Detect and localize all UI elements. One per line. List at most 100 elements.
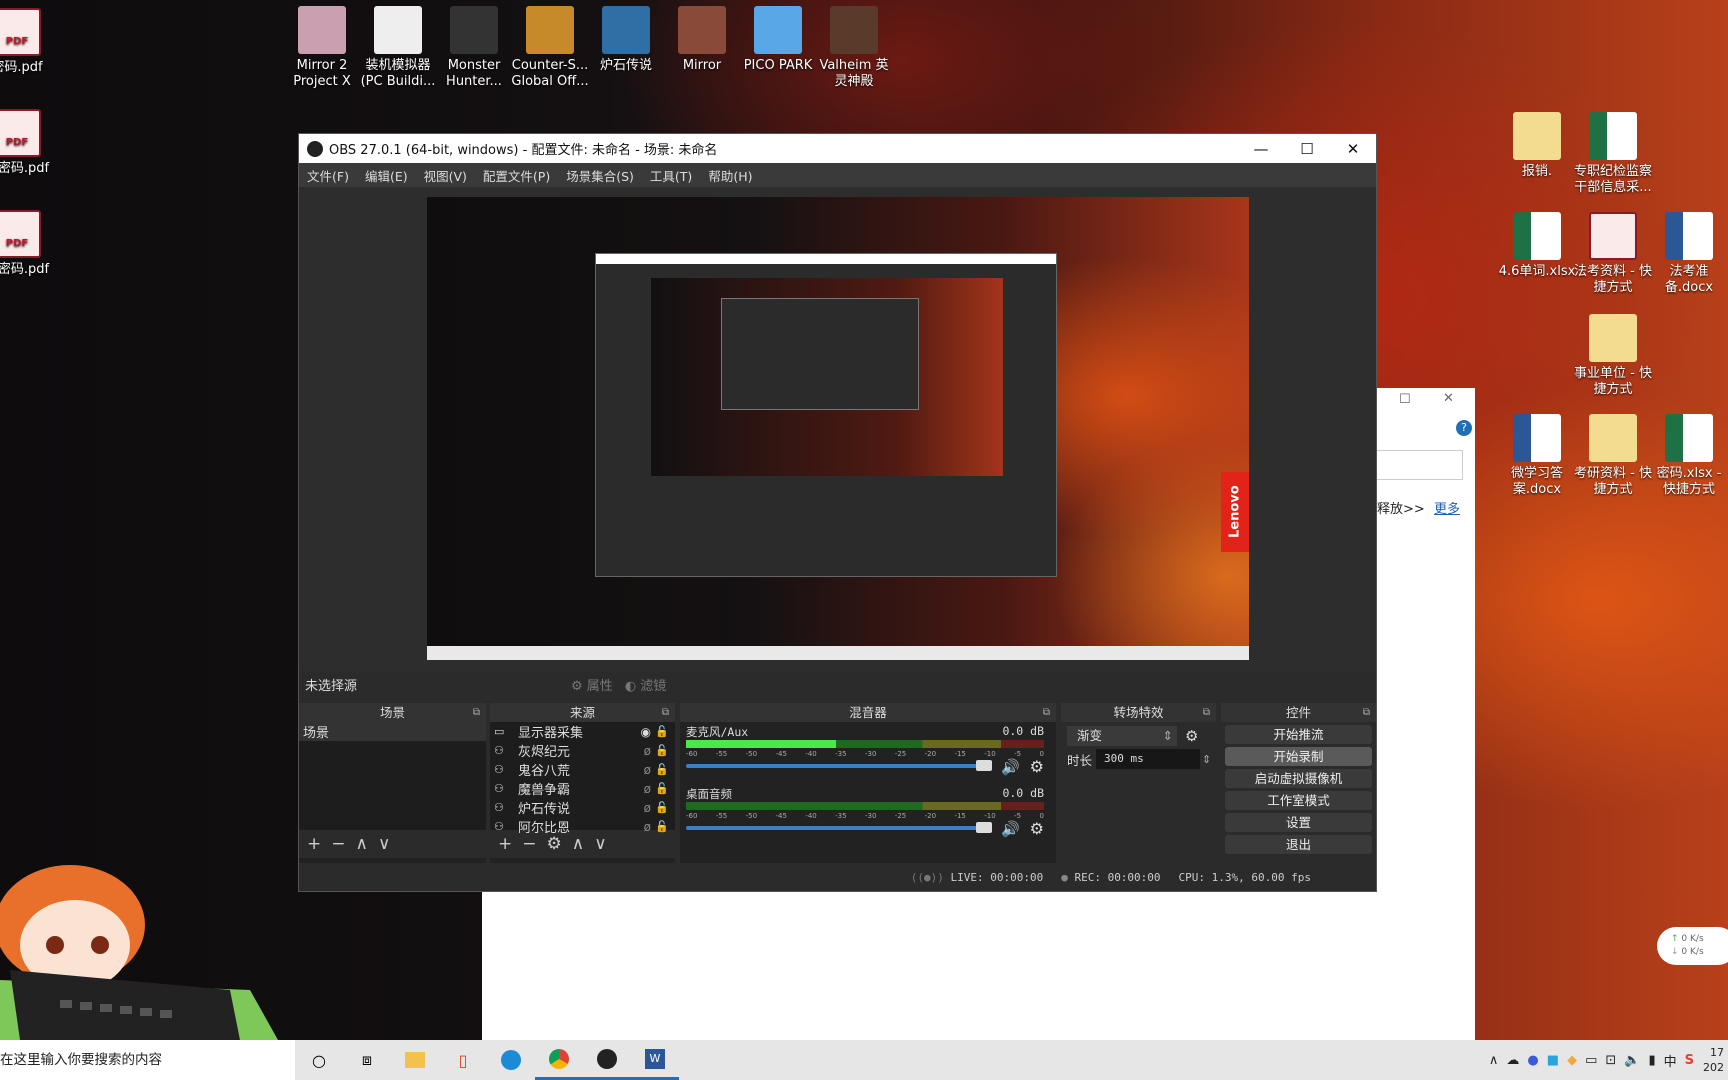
source-item[interactable]: ▭ 显示器采集 ◉ 🔓	[490, 722, 675, 742]
filters-button[interactable]: ◐ 滤镜	[625, 675, 667, 694]
control-button-3[interactable]: 启动虚拟摄像机	[1225, 769, 1372, 788]
minimize-button[interactable]: —	[1238, 134, 1284, 163]
add-source-button[interactable]: +	[498, 834, 512, 854]
remove-source-button[interactable]: −	[522, 834, 536, 854]
float-icon[interactable]: ⧉	[1043, 703, 1050, 722]
gear-icon[interactable]: ⚙	[1030, 757, 1044, 776]
desktop-icon[interactable]: 法考准备.docx	[1650, 212, 1728, 296]
remove-scene-button[interactable]: −	[331, 834, 345, 854]
maximize-icon[interactable]: ☐	[1399, 392, 1411, 407]
gear-icon[interactable]: ⚙	[1030, 819, 1044, 838]
chrome-icon[interactable]	[535, 1040, 583, 1080]
transition-select[interactable]: 渐变 ⇕	[1067, 726, 1177, 746]
move-up-button[interactable]: ∧	[572, 834, 584, 854]
task-view-icon[interactable]: ⧈	[343, 1040, 391, 1080]
show-hidden-icons[interactable]: ∧	[1489, 1053, 1499, 1068]
source-item[interactable]: ⚇ 鬼谷八荒 ø 🔓	[490, 760, 675, 780]
ime-indicator[interactable]: 中	[1664, 1051, 1677, 1070]
desktop-icon[interactable]: 考研资料 - 快捷方式	[1574, 414, 1652, 498]
slider-handle[interactable]	[976, 760, 992, 771]
network-speed-widget[interactable]: ↑ 0 K/s ↓ 0 K/s	[1657, 927, 1728, 965]
microphone-icon[interactable]: ▮	[1648, 1053, 1655, 1068]
tray-chat-icon[interactable]: ■	[1547, 1053, 1559, 1068]
lock-icon[interactable]: 🔓	[655, 820, 669, 833]
desktop-icon[interactable]: PDF 密码.pdf	[0, 8, 56, 76]
close-icon[interactable]: ✕	[1443, 391, 1454, 406]
volume-icon[interactable]: 🔈	[1624, 1053, 1640, 1068]
float-icon[interactable]: ⧉	[662, 703, 669, 722]
move-down-button[interactable]: ∨	[594, 834, 606, 854]
battery-icon[interactable]: ▭	[1585, 1053, 1597, 1068]
desktop-icon[interactable]: PICO PARK	[739, 6, 817, 74]
eye-hidden-icon[interactable]: ø	[644, 820, 651, 834]
release-link[interactable]: 释放>>	[1377, 498, 1425, 517]
desktop-icon[interactable]: Counter-S... Global Off...	[511, 6, 589, 90]
desktop-icon[interactable]: 专职纪检监察干部信息采...	[1574, 112, 1652, 196]
eye-hidden-icon[interactable]: ø	[644, 782, 651, 796]
lock-icon[interactable]: 🔓	[655, 782, 669, 795]
more-link[interactable]: 更多	[1434, 498, 1460, 517]
help-icon[interactable]: ?	[1456, 420, 1472, 436]
desktop-icon[interactable]: Mirror	[663, 6, 741, 74]
menu-item[interactable]: 配置文件(P)	[475, 166, 558, 185]
tray-cloud-icon[interactable]: ☁	[1506, 1053, 1519, 1068]
control-button-1[interactable]: 开始推流	[1225, 725, 1372, 744]
duration-spinner[interactable]: ⇕	[1202, 753, 1211, 766]
edge-icon[interactable]	[487, 1040, 535, 1080]
control-button-2[interactable]: 开始录制	[1225, 747, 1372, 766]
cortana-icon[interactable]: ○	[295, 1040, 343, 1080]
volume-slider[interactable]	[686, 822, 992, 833]
add-scene-button[interactable]: +	[307, 834, 321, 854]
eye-hidden-icon[interactable]: ø	[644, 763, 651, 777]
menu-item[interactable]: 文件(F)	[299, 166, 357, 185]
desktop-icon[interactable]: 报销.	[1498, 112, 1576, 180]
desktop-icon[interactable]: 事业单位 - 快捷方式	[1574, 314, 1652, 398]
office-icon[interactable]: ▯	[439, 1040, 487, 1080]
move-up-button[interactable]: ∧	[356, 834, 368, 854]
properties-button[interactable]: ⚙ 属性	[571, 675, 613, 694]
float-icon[interactable]: ⧉	[473, 703, 480, 722]
source-item[interactable]: ⚇ 魔兽争霸 ø 🔓	[490, 779, 675, 799]
lock-icon[interactable]: 🔓	[655, 763, 669, 776]
speaker-icon[interactable]: 🔊	[1001, 820, 1020, 838]
scene-item[interactable]: 场景	[299, 722, 486, 741]
lock-icon[interactable]: 🔓	[655, 801, 669, 814]
desktop-icon[interactable]: Valheim 英灵神殿	[815, 6, 893, 90]
transition-gear-icon[interactable]: ⚙	[1185, 727, 1198, 745]
network-icon[interactable]: ⊡	[1605, 1053, 1616, 1068]
eye-icon[interactable]: ◉	[641, 725, 651, 739]
control-button-5[interactable]: 设置	[1225, 813, 1372, 832]
source-item[interactable]: ⚇ 炉石传说 ø 🔓	[490, 798, 675, 818]
duration-input[interactable]: 300 ms	[1096, 749, 1201, 769]
desktop-icon[interactable]: 炉石传说	[587, 6, 665, 74]
menu-item[interactable]: 工具(T)	[642, 166, 700, 185]
menu-item[interactable]: 场景集合(S)	[558, 166, 642, 185]
menu-item[interactable]: 视图(V)	[416, 166, 475, 185]
lock-icon[interactable]: 🔓	[655, 725, 669, 738]
eye-hidden-icon[interactable]: ø	[644, 801, 651, 815]
taskbar-search[interactable]: 在这里输入你要搜索的内容	[0, 1040, 295, 1080]
desktop-icon[interactable]: PDF 开密码.pdf	[0, 109, 56, 177]
source-item[interactable]: ⚇ 阿尔比恩 ø 🔓	[490, 817, 675, 837]
volume-slider[interactable]	[686, 760, 992, 771]
desktop-icon[interactable]: 装机模拟器 (PC Buildi...	[359, 6, 437, 90]
desktop-icon[interactable]: Mirror 2 Project X	[283, 6, 361, 90]
tray-flame-icon[interactable]: ◆	[1567, 1053, 1577, 1068]
source-settings-button[interactable]: ⚙	[547, 834, 562, 854]
desktop-icon[interactable]: 微学习答案.docx	[1498, 414, 1576, 498]
speaker-icon[interactable]: 🔊	[1001, 758, 1020, 776]
word-icon[interactable]: W	[631, 1040, 679, 1080]
preview-canvas[interactable]: Lenovo	[427, 197, 1249, 660]
desktop-icon[interactable]: 密码.xlsx - 快捷方式	[1650, 414, 1728, 498]
float-icon[interactable]: ⧉	[1203, 703, 1210, 722]
desktop-icon[interactable]: Monster Hunter...	[435, 6, 513, 90]
obs-taskbar-icon[interactable]	[583, 1040, 631, 1080]
clock[interactable]: 17 202	[1702, 1045, 1724, 1075]
source-item[interactable]: ⚇ 灰烬纪元 ø 🔓	[490, 741, 675, 761]
tray-l-icon[interactable]: ●	[1527, 1053, 1538, 1068]
eye-hidden-icon[interactable]: ø	[644, 744, 651, 758]
menu-item[interactable]: 编辑(E)	[357, 166, 416, 185]
close-button[interactable]: ✕	[1330, 134, 1376, 163]
control-button-6[interactable]: 退出	[1225, 835, 1372, 854]
move-down-button[interactable]: ∨	[378, 834, 390, 854]
